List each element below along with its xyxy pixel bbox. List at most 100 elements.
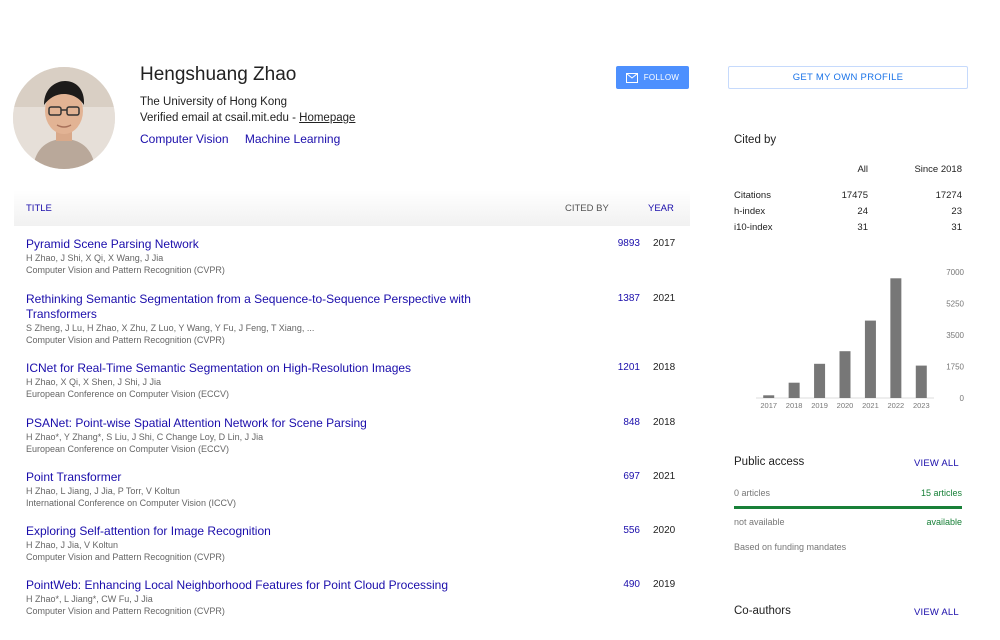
interest-machine-learning[interactable]: Machine Learning xyxy=(245,132,340,146)
article-title[interactable]: Point Transformer xyxy=(26,470,516,485)
article-cited-by[interactable]: 9893 xyxy=(590,238,640,249)
article-authors: H Zhao*, L Jiang*, CW Fu, J Jia xyxy=(26,594,153,604)
article-authors: H Zhao, X Qi, X Shen, J Shi, J Jia xyxy=(26,377,162,387)
x-tick-label: 2022 xyxy=(888,401,905,410)
article-venue: Computer Vision and Pattern Recognition … xyxy=(26,335,225,345)
article-year: 2017 xyxy=(653,238,676,249)
cited-by-row: i10-index 31 31 xyxy=(734,222,962,238)
article-year: 2019 xyxy=(653,579,676,590)
metric-label: h-index xyxy=(734,206,766,217)
chart-bar-2019[interactable] xyxy=(814,363,826,398)
email-text: Verified email at csail.mit.edu - xyxy=(140,112,300,124)
chart-bar-2022[interactable] xyxy=(890,278,902,398)
table-row: PointWeb: Enhancing Local Neighborhood F… xyxy=(26,578,690,617)
envelope-icon xyxy=(625,72,638,83)
table-row: PSANet: Point-wise Spatial Attention Net… xyxy=(26,416,690,455)
research-interests: Computer Vision Machine Learning xyxy=(140,132,353,146)
citations-bar-chart: 2017 2018 2019 2020 2021 2022 2023 0 1750 3500 525… xyxy=(756,268,965,410)
cited-by-row: Citations 17475 17274 xyxy=(734,190,962,206)
article-venue: European Conference on Computer Vision (… xyxy=(26,389,229,399)
metric-since: 31 xyxy=(951,222,962,233)
y-tick-label: 3500 xyxy=(946,331,964,340)
article-authors: H Zhao, J Jia, V Koltun xyxy=(26,540,119,550)
public-access-title: Public access xyxy=(734,456,805,468)
chart-bar-2021[interactable] xyxy=(864,320,876,398)
available-label: available xyxy=(926,517,962,527)
metric-label: Citations xyxy=(734,190,771,201)
cited-by-table: All Since 2018 Citations 17475 17274 h-i… xyxy=(734,164,962,238)
cited-by-row: h-index 24 23 xyxy=(734,206,962,222)
article-venue: International Conference on Computer Vis… xyxy=(26,498,236,508)
sort-by-title[interactable]: TITLE xyxy=(26,203,52,214)
y-tick-label: 5250 xyxy=(946,300,964,309)
cited-by-title: Cited by xyxy=(734,134,777,146)
article-year: 2018 xyxy=(653,362,676,373)
profile-affiliation: The University of Hong Kong xyxy=(140,96,288,108)
profile-photo xyxy=(13,67,115,169)
y-tick-label: 7000 xyxy=(946,268,964,277)
article-cited-by[interactable]: 490 xyxy=(590,579,640,590)
article-cited-by[interactable]: 1387 xyxy=(590,293,640,304)
x-tick-label: 2021 xyxy=(862,401,879,410)
article-title[interactable]: ICNet for Real-Time Semantic Segmentatio… xyxy=(26,361,516,376)
article-cited-by[interactable]: 697 xyxy=(590,471,640,482)
article-title[interactable]: Exploring Self-attention for Image Recog… xyxy=(26,524,516,539)
chart-bar-2018[interactable] xyxy=(788,382,800,398)
x-tick-label: 2023 xyxy=(913,401,930,410)
metric-all: 24 xyxy=(857,206,868,217)
public-access-count-right: 15 articles xyxy=(920,488,962,498)
interest-computer-vision[interactable]: Computer Vision xyxy=(140,132,229,146)
x-tick-label: 2017 xyxy=(760,401,777,410)
co-authors-view-all[interactable]: VIEW ALL xyxy=(914,607,959,618)
avatar xyxy=(13,67,115,169)
sort-by-cited[interactable]: CITED BY xyxy=(565,203,609,214)
article-authors: H Zhao, J Shi, X Qi, X Wang, J Jia xyxy=(26,253,164,263)
metric-all: 17475 xyxy=(841,190,868,201)
article-year: 2021 xyxy=(653,293,676,304)
cited-by-header-row: All Since 2018 xyxy=(734,164,962,180)
table-row: Point Transformer H Zhao, L Jiang, J Jia… xyxy=(26,470,690,509)
table-row: ICNet for Real-Time Semantic Segmentatio… xyxy=(26,361,690,400)
metric-since: 23 xyxy=(951,206,962,217)
article-venue: Computer Vision and Pattern Recognition … xyxy=(26,265,225,275)
get-my-own-profile-button[interactable]: GET MY OWN PROFILE xyxy=(728,66,968,89)
article-authors: S Zheng, J Lu, H Zhao, X Zhu, Z Luo, Y W… xyxy=(26,323,315,333)
co-authors-title: Co-authors xyxy=(734,605,791,617)
article-cited-by[interactable]: 848 xyxy=(590,417,640,428)
article-venue: Computer Vision and Pattern Recognition … xyxy=(26,606,225,616)
follow-button[interactable]: FOLLOW xyxy=(616,66,689,89)
sort-by-year[interactable]: YEAR xyxy=(648,203,674,214)
article-venue: European Conference on Computer Vision (… xyxy=(26,444,229,454)
chart-bar-2017[interactable] xyxy=(763,395,775,398)
not-available-label: not available xyxy=(734,517,785,527)
article-cited-by[interactable]: 556 xyxy=(590,525,640,536)
chart-bar-2020[interactable] xyxy=(839,351,851,398)
public-access-count-left: 0 articles xyxy=(734,488,771,498)
metric-since: 17274 xyxy=(935,190,962,201)
article-title[interactable]: Rethinking Semantic Segmentation from a … xyxy=(26,292,516,322)
chart-bar-2023[interactable] xyxy=(915,365,927,398)
y-tick-label: 1750 xyxy=(946,363,964,372)
metric-label: i10-index xyxy=(734,222,773,233)
article-title[interactable]: Pyramid Scene Parsing Network xyxy=(26,237,516,252)
article-cited-by[interactable]: 1201 xyxy=(590,362,640,373)
homepage-link[interactable]: Homepage xyxy=(299,112,355,124)
metric-all: 31 xyxy=(857,222,868,233)
x-tick-label: 2020 xyxy=(837,401,854,410)
public-access-view-all[interactable]: VIEW ALL xyxy=(914,458,959,469)
column-since: Since 2018 xyxy=(914,164,962,175)
table-row: Rethinking Semantic Segmentation from a … xyxy=(26,292,690,346)
article-authors: H Zhao, L Jiang, J Jia, P Torr, V Koltun xyxy=(26,486,180,496)
article-year: 2018 xyxy=(653,417,676,428)
article-year: 2021 xyxy=(653,471,676,482)
profile-name: Hengshuang Zhao xyxy=(140,64,297,85)
article-title[interactable]: PointWeb: Enhancing Local Neighborhood F… xyxy=(26,578,516,593)
funding-mandates-note: Based on funding mandates xyxy=(734,542,847,552)
table-row: Exploring Self-attention for Image Recog… xyxy=(26,524,690,563)
y-tick-label: 0 xyxy=(960,394,965,403)
table-row: Pyramid Scene Parsing Network H Zhao, J … xyxy=(26,237,690,276)
profile-email: Verified email at csail.mit.edu - Homepa… xyxy=(140,112,355,124)
x-tick-label: 2019 xyxy=(811,401,828,410)
article-title[interactable]: PSANet: Point-wise Spatial Attention Net… xyxy=(26,416,516,431)
articles-table-header: TITLE CITED BY YEAR xyxy=(14,190,690,226)
